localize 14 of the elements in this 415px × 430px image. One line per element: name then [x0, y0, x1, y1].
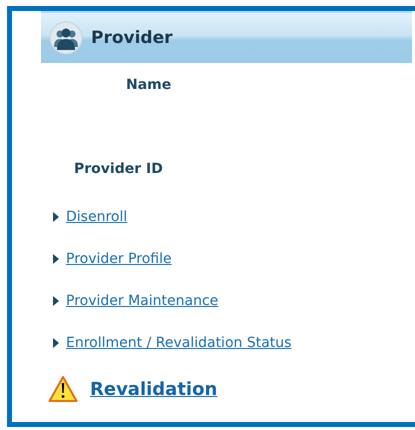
arrow-icon — [53, 338, 59, 348]
arrow-icon — [53, 254, 59, 264]
nav-link[interactable]: Provider Profile — [66, 250, 172, 266]
nav-link[interactable]: Provider Maintenance — [66, 292, 218, 308]
nav-link[interactable]: Disenroll — [66, 208, 128, 224]
name-label: Name — [126, 77, 172, 93]
arrow-icon — [53, 296, 59, 306]
people-icon — [49, 21, 83, 55]
panel-title: Provider — [91, 28, 173, 48]
warning-icon — [48, 375, 78, 403]
arrow-icon — [53, 212, 59, 222]
revalidation-link[interactable]: Revalidation — [90, 378, 218, 400]
provider-id-label: Provider ID — [74, 161, 164, 177]
nav-link[interactable]: Enrollment / Revalidation Status — [66, 334, 292, 350]
